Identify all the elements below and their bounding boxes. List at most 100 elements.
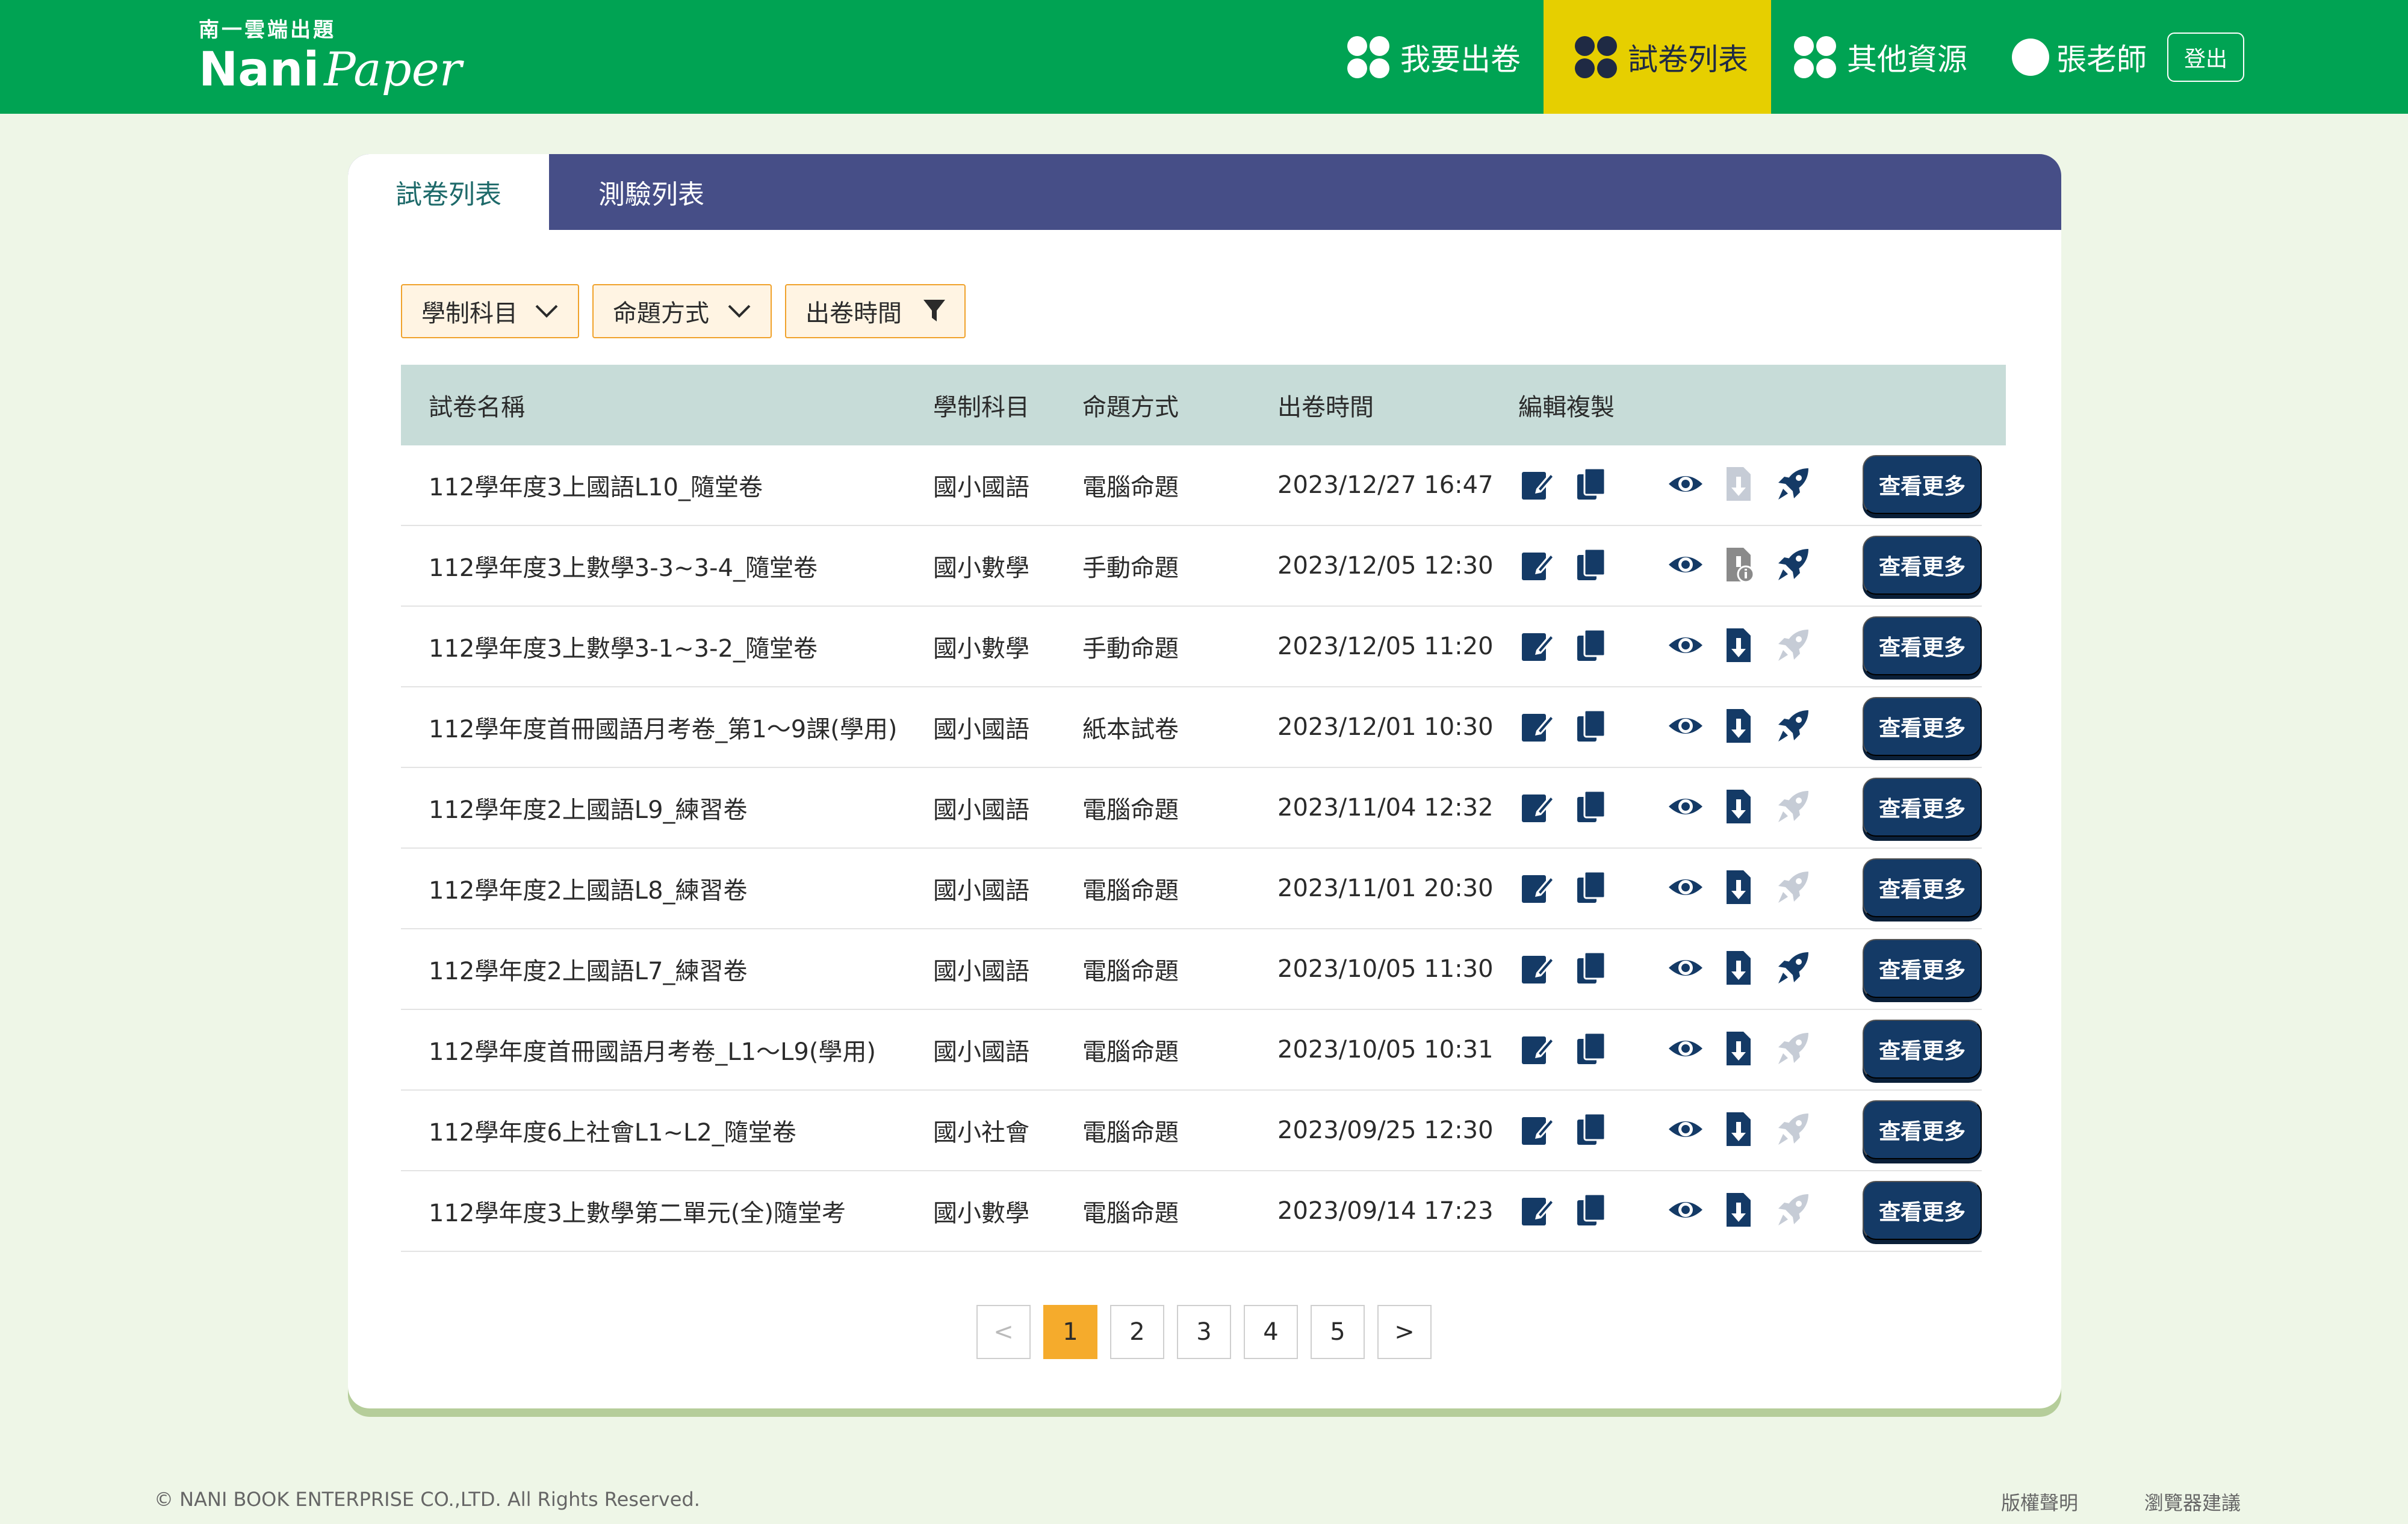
page-button-5[interactable]: 5 <box>1311 1305 1365 1359</box>
edit-icon[interactable] <box>1518 787 1557 826</box>
filter-time-button[interactable]: 出卷時間 <box>785 284 966 338</box>
view-more-button[interactable]: 查看更多 <box>1863 1181 1982 1240</box>
nav-item-paper-list[interactable]: 試卷列表 <box>1544 0 1771 114</box>
paper-subject: 國小國語 <box>933 474 1029 501</box>
download-icon[interactable] <box>1719 949 1758 987</box>
edit-icon[interactable] <box>1518 1029 1557 1068</box>
edit-icon[interactable] <box>1518 545 1557 584</box>
filter-mode-dropdown[interactable]: 命題方式 <box>592 284 772 338</box>
copy-icon[interactable] <box>1572 1191 1611 1229</box>
paper-name[interactable]: 112學年度3上數學3-1~3-2_隨堂卷 <box>429 629 818 664</box>
download-icon[interactable] <box>1719 787 1758 826</box>
page-button-4[interactable]: 4 <box>1244 1305 1298 1359</box>
footer-link-browser[interactable]: 瀏覽器建議 <box>2144 1488 2241 1516</box>
paper-name[interactable]: 112學年度3上數學3-3~3-4_隨堂卷 <box>429 548 818 583</box>
paper-name[interactable]: 112學年度3上國語L10_隨堂卷 <box>429 468 763 503</box>
preview-eye-icon[interactable] <box>1666 545 1705 584</box>
preview-eye-icon[interactable] <box>1666 868 1705 906</box>
preview-eye-icon[interactable] <box>1666 465 1705 503</box>
paper-name[interactable]: 112學年度2上國語L8_練習卷 <box>429 871 748 906</box>
table-header: 試卷名稱 學制科目 命題方式 出卷時間 編輯複製 <box>401 365 2006 445</box>
download-icon[interactable] <box>1719 1191 1758 1229</box>
column-header-edit-copy: 編輯複製 <box>1518 394 1615 421</box>
rocket-icon[interactable] <box>1773 465 1812 503</box>
prev-page-button[interactable]: < <box>976 1305 1031 1359</box>
nav-item-other-resources[interactable]: 其他資源 <box>1771 0 1990 114</box>
paper-name[interactable]: 112學年度2上國語L7_練習卷 <box>429 952 748 987</box>
copy-icon[interactable] <box>1572 1029 1611 1068</box>
paper-time: 2023/11/01 20:30 <box>1277 875 1494 902</box>
nav-item-create-paper[interactable]: 我要出卷 <box>1324 0 1544 114</box>
copy-icon[interactable] <box>1572 868 1611 906</box>
rocket-icon <box>1773 1029 1812 1068</box>
paper-time: 2023/10/05 11:30 <box>1277 955 1494 983</box>
nav-item-label: 其他資源 <box>1847 42 1967 77</box>
next-page-button[interactable]: > <box>1377 1305 1432 1359</box>
edit-icon[interactable] <box>1518 465 1557 503</box>
page-button-3[interactable]: 3 <box>1177 1305 1231 1359</box>
edit-icon[interactable] <box>1518 868 1557 906</box>
rocket-icon <box>1773 626 1812 664</box>
four-dots-icon <box>1575 36 1617 78</box>
tab-quiz-list[interactable]: 測驗列表 <box>549 154 754 230</box>
logo[interactable]: 南一雲端出題 Nani Paper <box>199 13 462 93</box>
view-more-button[interactable]: 查看更多 <box>1863 1100 1982 1159</box>
footer-link-copyright[interactable]: 版權聲明 <box>2001 1488 2078 1516</box>
preview-eye-icon[interactable] <box>1666 1110 1705 1148</box>
preview-eye-icon[interactable] <box>1666 787 1705 826</box>
copy-icon[interactable] <box>1572 707 1611 745</box>
edit-icon[interactable] <box>1518 1110 1557 1148</box>
preview-eye-icon[interactable] <box>1666 1191 1705 1229</box>
file-info-icon[interactable] <box>1719 545 1758 584</box>
download-icon[interactable] <box>1719 1110 1758 1148</box>
view-more-button[interactable]: 查看更多 <box>1863 536 1982 595</box>
copy-icon[interactable] <box>1572 1110 1611 1148</box>
copy-icon[interactable] <box>1572 949 1611 987</box>
page-button-2[interactable]: 2 <box>1110 1305 1164 1359</box>
logout-button[interactable]: 登出 <box>2167 32 2244 82</box>
page-button-1[interactable]: 1 <box>1043 1305 1097 1359</box>
tab-paper-list[interactable]: 試卷列表 <box>348 154 549 230</box>
view-more-button[interactable]: 查看更多 <box>1863 778 1982 837</box>
logo-word-paper: Paper <box>324 43 462 97</box>
view-more-button[interactable]: 查看更多 <box>1863 455 1982 514</box>
copy-icon[interactable] <box>1572 626 1611 664</box>
preview-eye-icon[interactable] <box>1666 707 1705 745</box>
view-more-button[interactable]: 查看更多 <box>1863 616 1982 675</box>
rocket-icon[interactable] <box>1773 545 1812 584</box>
paper-name[interactable]: 112學年度3上數學第二單元(全)隨堂考 <box>429 1194 846 1228</box>
edit-icon[interactable] <box>1518 626 1557 664</box>
paper-name[interactable]: 112學年度6上社會L1~L2_隨堂卷 <box>429 1113 796 1148</box>
table-row: 112學年度2上國語L7_練習卷 國小國語 電腦命題 2023/10/05 11… <box>401 929 1982 1010</box>
paper-list-card: 試卷列表 測驗列表 學制科目 命題方式 出卷時間 試卷名稱 學制科目 命題方式 … <box>348 154 2061 1408</box>
view-more-button[interactable]: 查看更多 <box>1863 858 1982 917</box>
paper-name[interactable]: 112學年度首冊國語月考卷_第1～9課(學用) <box>429 710 897 745</box>
rocket-icon[interactable] <box>1773 707 1812 745</box>
preview-eye-icon[interactable] <box>1666 1029 1705 1068</box>
paper-mode: 電腦命題 <box>1082 958 1179 985</box>
edit-icon[interactable] <box>1518 949 1557 987</box>
copy-icon[interactable] <box>1572 465 1611 503</box>
download-icon[interactable] <box>1719 1029 1758 1068</box>
preview-eye-icon[interactable] <box>1666 949 1705 987</box>
view-more-button[interactable]: 查看更多 <box>1863 1020 1982 1079</box>
rocket-icon[interactable] <box>1773 949 1812 987</box>
paper-subject: 國小國語 <box>933 716 1029 743</box>
edit-icon[interactable] <box>1518 1191 1557 1229</box>
paper-name[interactable]: 112學年度首冊國語月考卷_L1～L9(學用) <box>429 1032 876 1067</box>
nav-item-label: 我要出卷 <box>1400 42 1521 77</box>
paper-name[interactable]: 112學年度2上國語L9_練習卷 <box>429 790 748 825</box>
preview-eye-icon[interactable] <box>1666 626 1705 664</box>
logo-subtitle: 南一雲端出題 <box>199 18 336 42</box>
edit-icon[interactable] <box>1518 707 1557 745</box>
paper-subject: 國小國語 <box>933 958 1029 985</box>
download-icon[interactable] <box>1719 707 1758 745</box>
view-more-button[interactable]: 查看更多 <box>1863 939 1982 998</box>
user-menu[interactable]: 張老師 登出 <box>2012 0 2244 114</box>
filter-subject-dropdown[interactable]: 學制科目 <box>401 284 579 338</box>
view-more-button[interactable]: 查看更多 <box>1863 697 1982 756</box>
copy-icon[interactable] <box>1572 787 1611 826</box>
download-icon[interactable] <box>1719 626 1758 664</box>
download-icon[interactable] <box>1719 868 1758 906</box>
copy-icon[interactable] <box>1572 545 1611 584</box>
